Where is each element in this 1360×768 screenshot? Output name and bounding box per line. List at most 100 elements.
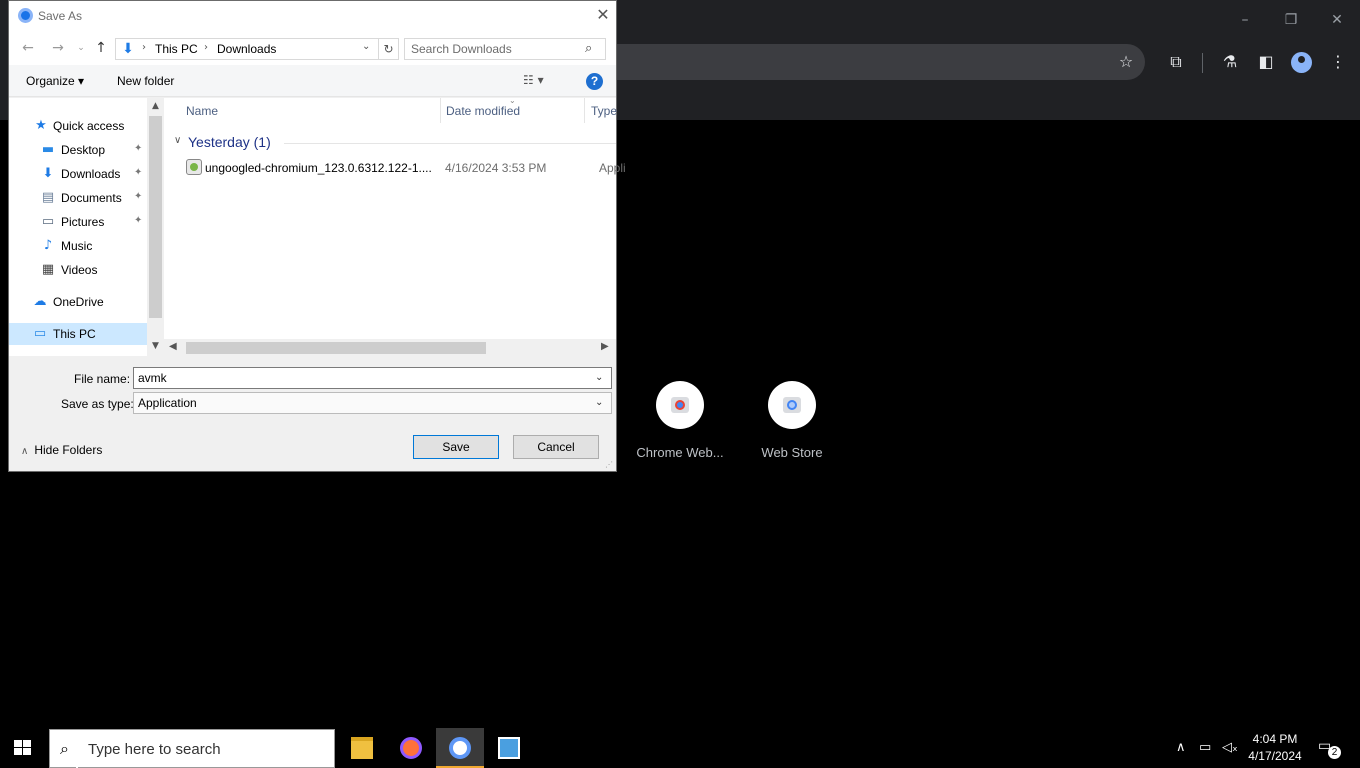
system-clock[interactable]: 4:04 PM 4/17/2024 bbox=[1240, 731, 1310, 765]
scroll-left-icon[interactable]: ◀ bbox=[169, 341, 177, 352]
volume-muted-icon[interactable]: ◁ₓ bbox=[1222, 740, 1238, 755]
scroll-right-icon[interactable]: ▶ bbox=[601, 341, 609, 352]
sidebar-item-documents[interactable]: ▤ Documents ✦ bbox=[9, 187, 147, 209]
shortcut-chrome-web[interactable]: Chrome Web... bbox=[630, 381, 730, 460]
refresh-icon[interactable]: ↻ bbox=[378, 39, 398, 59]
profile-avatar-icon[interactable] bbox=[1291, 52, 1312, 73]
chromium-app[interactable] bbox=[436, 728, 484, 768]
chevron-down-icon[interactable]: ⌄ bbox=[595, 397, 603, 408]
scroll-thumb[interactable] bbox=[186, 342, 486, 354]
breadcrumb-downloads[interactable]: Downloads bbox=[217, 42, 276, 56]
command-bar: Organize ▾ New folder ☷ ▾ ? bbox=[9, 65, 616, 97]
sidebar-item-quick-access[interactable]: ★ Quick access bbox=[9, 115, 147, 137]
network-icon[interactable]: ▭ bbox=[1199, 740, 1211, 755]
videos-icon: ▦ bbox=[41, 262, 55, 277]
search-icon[interactable]: ⌕ bbox=[585, 41, 592, 56]
taskbar-search-placeholder: Type here to search bbox=[88, 741, 221, 758]
breadcrumb[interactable]: ⬇ › This PC › Downloads ⌄ ↻ bbox=[115, 38, 399, 60]
chevron-up-icon[interactable]: ∧ bbox=[1176, 740, 1186, 755]
chevron-down-icon[interactable]: ∨ bbox=[174, 135, 181, 146]
chrome-web-store-icon bbox=[656, 381, 704, 429]
save-as-type-select[interactable]: Application ⌄ bbox=[133, 392, 612, 414]
file-date: 4/16/2024 3:53 PM bbox=[445, 161, 547, 175]
dialog-titlebar: Save As ✕ bbox=[9, 1, 616, 31]
pin-icon: ✦ bbox=[134, 215, 143, 226]
file-list-scrollbar[interactable]: ◀ ▶ bbox=[164, 339, 616, 356]
close-icon[interactable]: ✕ bbox=[1325, 8, 1349, 32]
scroll-thumb[interactable] bbox=[149, 116, 162, 318]
app-window[interactable] bbox=[485, 728, 533, 768]
view-options-icon[interactable]: ☷ ▾ bbox=[523, 73, 544, 87]
scroll-down-icon[interactable]: ▼ bbox=[150, 341, 161, 353]
column-header-name[interactable]: Name bbox=[186, 104, 218, 129]
column-divider[interactable] bbox=[584, 98, 585, 123]
column-divider[interactable] bbox=[440, 98, 441, 123]
windows-start-icon[interactable] bbox=[14, 740, 32, 756]
chevron-down-icon[interactable]: ⌄ bbox=[362, 41, 370, 52]
group-divider bbox=[284, 143, 616, 144]
extensions-icon[interactable]: ⧉ bbox=[1166, 52, 1186, 72]
chromium-icon bbox=[449, 737, 471, 759]
desktop-icon: ▬ bbox=[41, 142, 55, 157]
toolbar-divider bbox=[1202, 53, 1203, 73]
text-cursor-icon bbox=[76, 758, 78, 768]
sidebar-item-music[interactable]: ♪ Music bbox=[9, 235, 147, 257]
download-icon: ⬇ bbox=[42, 166, 54, 181]
bookmark-star-icon[interactable]: ☆ bbox=[1116, 52, 1136, 72]
star-icon: ★ bbox=[35, 118, 47, 133]
dialog-title: Save As bbox=[38, 9, 83, 23]
file-explorer-app[interactable] bbox=[338, 728, 386, 768]
close-icon[interactable]: ✕ bbox=[593, 5, 613, 25]
column-header-date[interactable]: Date modified bbox=[446, 104, 520, 129]
sidebar-item-label: Downloads bbox=[61, 167, 121, 181]
pin-icon: ✦ bbox=[134, 143, 143, 154]
sidebar-item-this-pc[interactable]: ▭ This PC bbox=[9, 323, 147, 345]
taskbar-search[interactable]: ⌕ Type here to search bbox=[49, 729, 335, 768]
search-input[interactable] bbox=[411, 42, 581, 56]
new-folder-button[interactable]: New folder bbox=[117, 74, 174, 88]
forward-arrow-icon[interactable]: → bbox=[49, 39, 67, 57]
resize-grip-icon[interactable]: ⋰ bbox=[605, 460, 613, 469]
menu-kebab-icon[interactable]: ⋮ bbox=[1328, 52, 1348, 72]
breadcrumb-this-pc[interactable]: This PC bbox=[155, 42, 198, 56]
scroll-up-icon[interactable]: ▲ bbox=[150, 101, 161, 113]
hide-folders-button[interactable]: ∧ Hide Folders bbox=[21, 443, 102, 457]
up-arrow-icon[interactable]: ↑ bbox=[92, 39, 110, 57]
sidebar-item-desktop[interactable]: ▬ Desktop ✦ bbox=[9, 139, 147, 161]
table-row[interactable]: ungoogled-chromium_123.0.6312.122-1.... … bbox=[174, 158, 626, 178]
pin-icon: ✦ bbox=[134, 167, 143, 178]
restore-icon[interactable]: ❐ bbox=[1279, 8, 1303, 32]
dialog-body: ★ Quick access ▬ Desktop ✦ ⬇ Downloads ✦… bbox=[9, 96, 626, 356]
firefox-app[interactable] bbox=[387, 728, 435, 768]
navigation-row: ← → ⌄ ↑ ⬇ › This PC › Downloads ⌄ ↻ ⌕ bbox=[9, 31, 616, 65]
chevron-right-icon: › bbox=[204, 42, 208, 53]
sidebar-item-downloads[interactable]: ⬇ Downloads ✦ bbox=[9, 163, 147, 185]
side-panel-icon[interactable]: ◧ bbox=[1256, 52, 1276, 72]
recent-dropdown-icon[interactable]: ⌄ bbox=[72, 39, 90, 57]
organize-button[interactable]: Organize ▾ bbox=[26, 74, 84, 88]
shortcut-web-store[interactable]: Web Store bbox=[742, 381, 842, 460]
labs-flask-icon[interactable]: ⚗ bbox=[1220, 52, 1240, 72]
sidebar-item-label: Documents bbox=[61, 191, 122, 205]
cancel-button[interactable]: Cancel bbox=[513, 435, 599, 459]
address-bar[interactable] bbox=[600, 44, 1145, 80]
chevron-right-icon: › bbox=[142, 42, 146, 53]
shortcut-label: Web Store bbox=[761, 445, 823, 460]
notification-icon[interactable]: ▭ 2 bbox=[1318, 738, 1341, 759]
file-name-field[interactable]: avmk ⌄ bbox=[133, 367, 612, 389]
help-icon[interactable]: ? bbox=[586, 73, 603, 90]
chevron-up-icon: ∧ bbox=[21, 446, 29, 457]
sidebar-item-videos[interactable]: ▦ Videos bbox=[9, 259, 147, 281]
nav-scrollbar[interactable]: ▲ ▼ bbox=[147, 98, 164, 356]
folder-icon bbox=[351, 737, 373, 759]
minimize-icon[interactable]: – bbox=[1233, 8, 1257, 32]
column-header-type[interactable]: Type bbox=[591, 104, 617, 129]
chromium-icon bbox=[18, 8, 33, 23]
taskbar: ⌕ Type here to search ∧ ▭ ◁ₓ 4:04 PM 4/1… bbox=[0, 728, 1360, 768]
chevron-down-icon[interactable]: ⌄ bbox=[595, 372, 603, 383]
sidebar-item-onedrive[interactable]: ☁ OneDrive bbox=[9, 291, 147, 313]
back-arrow-icon[interactable]: ← bbox=[19, 39, 37, 57]
sidebar-item-pictures[interactable]: ▭ Pictures ✦ bbox=[9, 211, 147, 233]
save-button[interactable]: Save bbox=[413, 435, 499, 459]
group-header[interactable]: Yesterday (1) bbox=[188, 134, 271, 150]
